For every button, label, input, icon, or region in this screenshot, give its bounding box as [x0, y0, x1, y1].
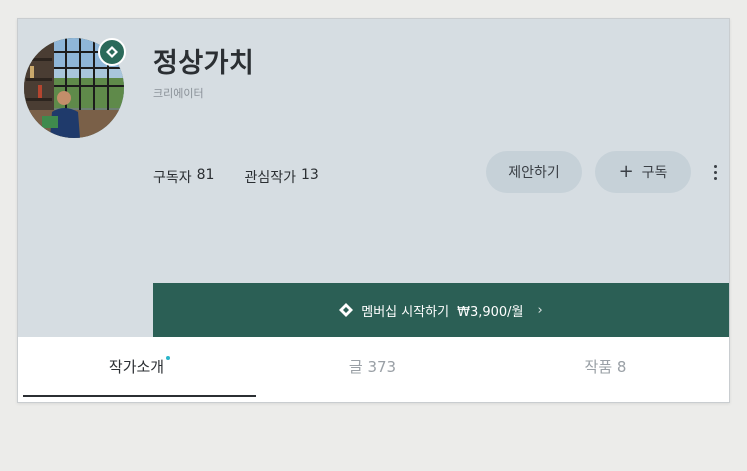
profile-tabs: 작가소개 글 373 작품 8: [18, 337, 729, 402]
subscribers-stat[interactable]: 구독자 81: [153, 167, 214, 187]
following-count: 13: [301, 167, 319, 183]
more-vertical-icon[interactable]: [708, 160, 722, 184]
profile-header: 정상가치 크리에이터 구독자 81 관심작가 13 제안하기 + 구독 멤버십 …: [18, 19, 729, 337]
verified-creator-badge-icon: [98, 38, 126, 66]
tab-works-label: 작품 8: [584, 357, 627, 376]
tab-works[interactable]: 작품 8: [489, 337, 722, 395]
subscribers-count: 81: [196, 167, 215, 183]
new-indicator-dot: [166, 356, 171, 360]
chevron-right-icon: ›: [537, 302, 543, 318]
membership-start-button[interactable]: 멤버십 시작하기 ₩3,900/월 ›: [153, 283, 729, 337]
subscribers-label: 구독자: [153, 170, 192, 186]
membership-label: 멤버십 시작하기: [361, 304, 450, 320]
tab-creator-intro-label: 작가소개: [108, 357, 165, 376]
profile-stats: 구독자 81 관심작가 13: [153, 167, 319, 187]
creator-name: 정상가치: [153, 48, 255, 79]
tab-posts[interactable]: 글 373: [256, 337, 489, 395]
tab-posts-label: 글 373: [348, 357, 397, 376]
tab-creator-intro[interactable]: 작가소개: [23, 337, 256, 395]
propose-button[interactable]: 제안하기: [486, 151, 582, 193]
creator-role: 크리에이터: [153, 87, 204, 100]
creator-profile-card: 정상가치 크리에이터 구독자 81 관심작가 13 제안하기 + 구독 멤버십 …: [17, 18, 730, 403]
subscribe-button-label: 구독: [641, 165, 668, 181]
membership-diamond-icon: [339, 303, 354, 317]
following-stat[interactable]: 관심작가 13: [244, 167, 318, 187]
following-label: 관심작가: [244, 170, 296, 186]
membership-price: ₩3,900/월: [457, 304, 524, 320]
active-tab-underline: [23, 395, 256, 397]
plus-icon: +: [618, 161, 634, 182]
propose-button-label: 제안하기: [508, 165, 560, 181]
subscribe-button[interactable]: + 구독: [595, 151, 691, 193]
